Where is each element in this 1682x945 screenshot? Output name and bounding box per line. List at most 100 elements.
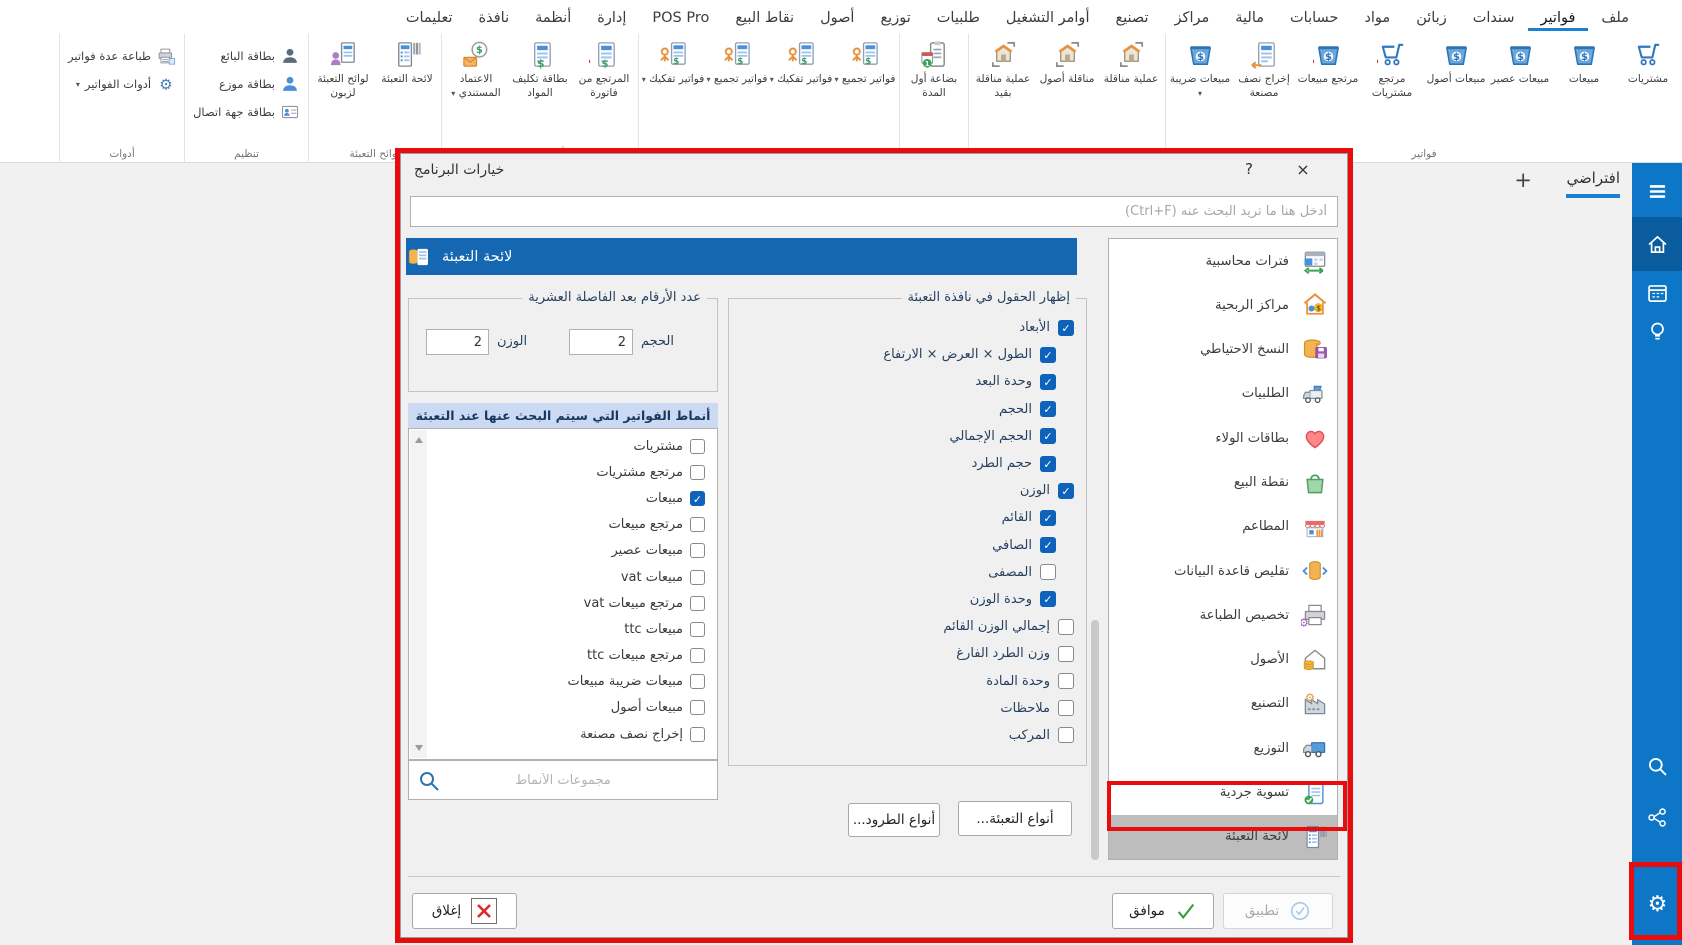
ribbon-button[interactable]: $ فواتير تفكيك ▾ (769, 34, 833, 87)
category-item[interactable]: النسخ الاحتياطي (1109, 328, 1337, 372)
checkbox[interactable] (690, 491, 705, 506)
ribbon-button[interactable]: عملية مناقلة ▾ (1099, 34, 1163, 87)
category-item[interactable]: ⚙ التصنيع (1109, 682, 1337, 726)
menu-tab[interactable]: أصول (807, 3, 867, 31)
checkbox[interactable] (1040, 347, 1056, 363)
fields-scrollbar[interactable] (1091, 620, 1099, 860)
ok-button[interactable]: موافق (1112, 893, 1214, 929)
category-item[interactable]: فترات محاسبية (1109, 239, 1337, 283)
ribbon-row-button[interactable]: بطاقة جهة اتصال ▾ (193, 102, 300, 122)
checkbox[interactable] (690, 465, 705, 480)
ribbon-button[interactable]: $ فواتير تجميع ▾ (833, 34, 897, 87)
checkbox[interactable] (1040, 428, 1056, 444)
category-item[interactable]: الأصول (1109, 638, 1337, 682)
checkbox[interactable] (1058, 646, 1074, 662)
ribbon-button[interactable]: $ الاعتماد المستندي ▾ (444, 34, 508, 101)
checkbox[interactable] (1040, 374, 1056, 390)
ribbon-row-button[interactable]: ⚙ أدوات الفواتير ▾ (68, 74, 176, 94)
volume-decimals-input[interactable] (569, 329, 633, 355)
menu-tab[interactable]: زبائن (1403, 3, 1460, 31)
bulb-icon[interactable] (1632, 313, 1682, 349)
ribbon-button[interactable]: ↩$ المرتجع من فاتورة ▾ (572, 34, 636, 101)
menu-tab[interactable]: POS Pro (639, 3, 722, 31)
category-item[interactable]: نقطة البيع (1109, 460, 1337, 504)
close-icon[interactable]: × (1292, 160, 1314, 179)
checkbox[interactable] (690, 648, 705, 663)
menu-tab[interactable]: تصنيع (1102, 3, 1161, 31)
add-workspace-tab-button[interactable]: + (1514, 168, 1532, 192)
ribbon-row-button[interactable]: بطاقة موزع ▾ (193, 74, 300, 94)
menu-tab[interactable]: تعليمات (393, 3, 466, 31)
checkbox[interactable] (1040, 564, 1056, 580)
ribbon-button[interactable]: $ فواتير تفكيك ▾ (641, 34, 705, 87)
scroll-up-icon[interactable] (410, 432, 427, 448)
ribbon-row-button[interactable]: بطاقة البائع ▾ (193, 46, 300, 66)
ribbon-button[interactable]: 1 بضاعة أول المدة ▾ (902, 34, 966, 101)
checkbox[interactable] (1040, 537, 1056, 553)
menu-tab[interactable]: مالية (1222, 3, 1277, 31)
menu-tab[interactable]: مواد (1351, 3, 1403, 31)
patterns-scrollbar[interactable] (410, 430, 427, 758)
ribbon-button[interactable]: مناقلة أصول ▾ (1035, 34, 1099, 87)
checkbox[interactable] (1058, 320, 1074, 336)
checkbox[interactable] (1058, 619, 1074, 635)
menu-tab[interactable]: نافذة (466, 3, 523, 31)
category-item[interactable]: تقليص قاعدة البيانات (1109, 549, 1337, 593)
ribbon-button[interactable]: لائحة التعبئة ▾ (375, 34, 439, 87)
scroll-down-icon[interactable] (410, 740, 427, 756)
category-item[interactable]: لائحة التعبئة (1109, 815, 1337, 859)
category-item[interactable]: تسوية جردية (1109, 770, 1337, 814)
menu-icon[interactable] (1632, 173, 1682, 209)
ribbon-button[interactable]: لوائح التعبئة لزبون ▾ (311, 34, 375, 101)
checkbox[interactable] (690, 439, 705, 454)
checkbox[interactable] (690, 700, 705, 715)
apply-button[interactable]: تطبيق (1223, 893, 1333, 929)
weight-decimals-input[interactable] (426, 329, 489, 355)
ribbon-button[interactable]: $ مبيعات أصول ▾ (1424, 34, 1488, 87)
packing-types-button[interactable]: أنواع التعبئة... (958, 801, 1072, 836)
ribbon-button[interactable]: $ مبيعات ▾ (1552, 34, 1616, 87)
search-icon[interactable] (1632, 748, 1682, 784)
menu-tab[interactable]: ملف (1588, 3, 1642, 31)
close-button[interactable]: إغلاق (412, 893, 517, 929)
checkbox[interactable] (690, 622, 705, 637)
checkbox[interactable] (690, 596, 705, 611)
pattern-groups-search-input[interactable] (409, 761, 717, 799)
menu-tab[interactable]: مراكز (1162, 3, 1223, 31)
checkbox[interactable] (690, 727, 705, 742)
menu-tab[interactable]: إدارة (584, 3, 639, 31)
menu-tab[interactable]: توزيع (867, 3, 923, 31)
checkbox[interactable] (690, 517, 705, 532)
checkbox[interactable] (1058, 483, 1074, 499)
menu-tab[interactable]: سندات (1460, 3, 1528, 31)
ribbon-button[interactable]: $ مبيعات عصير ▾ (1488, 34, 1552, 87)
checkbox[interactable] (690, 570, 705, 585)
ribbon-row-button[interactable]: طباعة عدة فواتير ▾ (68, 46, 176, 66)
checkbox[interactable] (1040, 456, 1056, 472)
ribbon-button[interactable]: ↩ مرتجع مشتريات ▾ (1360, 34, 1424, 101)
menu-tab[interactable]: أوامر التشغيل (993, 3, 1103, 31)
help-button[interactable]: ? (1238, 160, 1260, 178)
calendar-icon[interactable] (1632, 275, 1682, 311)
category-item[interactable]: $ مراكز الربحية (1109, 283, 1337, 327)
checkbox[interactable] (1040, 401, 1056, 417)
package-types-button[interactable]: أنواع الطرود... (848, 803, 940, 837)
dialog-search-input[interactable] (410, 196, 1338, 227)
menu-tab[interactable]: أنظمة (522, 3, 584, 31)
menu-tab[interactable]: حسابات (1277, 3, 1351, 31)
category-item[interactable]: بطاقات الولاء (1109, 416, 1337, 460)
home-button[interactable] (1632, 217, 1682, 271)
menu-tab[interactable]: نقاط البيع (722, 3, 807, 31)
menu-tab[interactable]: طلبيات (924, 3, 993, 31)
share-icon[interactable] (1632, 799, 1682, 835)
ribbon-button[interactable]: مشتريات ▾ (1616, 34, 1680, 87)
checkbox[interactable] (1040, 510, 1056, 526)
checkbox[interactable] (1058, 673, 1074, 689)
ribbon-button[interactable]: $↩ مرتجع مبيعات ▾ (1296, 34, 1360, 87)
checkbox[interactable] (1058, 727, 1074, 743)
category-item[interactable]: المطاعم (1109, 505, 1337, 549)
category-item[interactable]: ⚙ تخصيص الطباعة (1109, 593, 1337, 637)
ribbon-button[interactable]: عملية مناقلة بقيد ▾ (971, 34, 1035, 101)
checkbox[interactable] (1040, 591, 1056, 607)
ribbon-button[interactable]: $ بطاقة تكليف المواد ▾ (508, 34, 572, 101)
